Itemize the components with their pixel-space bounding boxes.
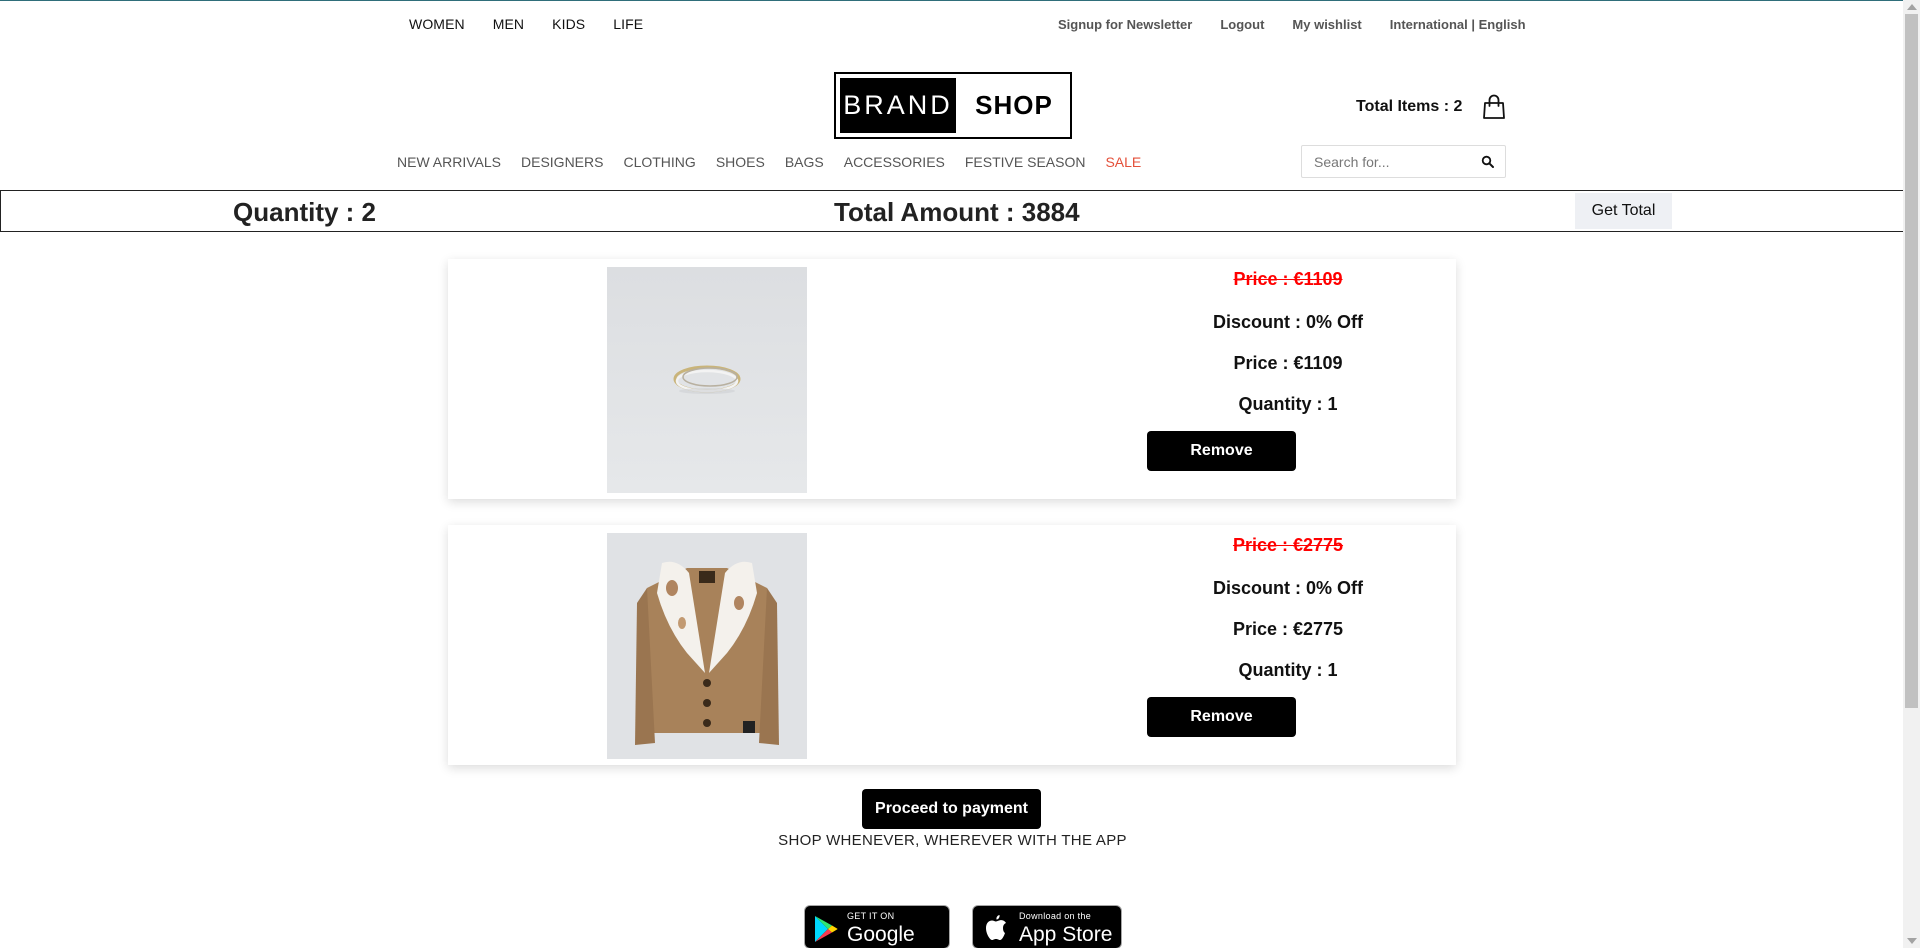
logout-link[interactable]: Logout: [1220, 17, 1264, 32]
cat-new-arrivals[interactable]: NEW ARRIVALS: [397, 154, 501, 170]
logo-brand-text: BRAND: [840, 78, 956, 133]
item-details: Price : €1109 Discount : 0% Off Price : …: [1138, 269, 1438, 415]
google-play-big-text: Google Play: [847, 923, 915, 948]
google-play-badge[interactable]: GET IT ON Google Play: [804, 905, 950, 948]
google-play-icon: [813, 915, 839, 948]
app-tagline: SHOP WHENEVER, WHEREVER WITH THE APP: [778, 832, 1127, 849]
proceed-to-payment-button[interactable]: Proceed to payment: [862, 789, 1041, 829]
original-price: Price : €2775: [1232, 535, 1344, 555]
app-store-badge[interactable]: Download on the App Store: [972, 905, 1122, 948]
get-total-button[interactable]: Get Total: [1575, 193, 1672, 229]
price: Price : €2775: [1232, 619, 1344, 639]
cat-bags[interactable]: BAGS: [785, 154, 824, 170]
remove-button[interactable]: Remove: [1147, 431, 1296, 471]
discount: Discount : 0% Off: [1212, 578, 1363, 598]
summary-quantity: Quantity : 2: [233, 197, 377, 227]
search-box: [1301, 145, 1506, 178]
search-input[interactable]: [1302, 146, 1472, 177]
cat-accessories[interactable]: ACCESSORIES: [844, 154, 945, 170]
nav-women[interactable]: WOMEN: [409, 16, 465, 32]
nav-men[interactable]: MEN: [493, 16, 524, 32]
cart-item: Price : €1109 Discount : 0% Off Price : …: [448, 259, 1456, 499]
logo-shop-text: SHOP: [975, 90, 1053, 120]
item-details: Price : €2775 Discount : 0% Off Price : …: [1138, 535, 1438, 681]
item-quantity: Quantity : 1: [1238, 394, 1338, 414]
shopping-bag-icon[interactable]: [1482, 94, 1506, 120]
gender-nav: WOMEN MEN KIDS LIFE: [409, 16, 643, 32]
wishlist-link[interactable]: My wishlist: [1292, 17, 1361, 32]
app-store-big-text: App Store: [1019, 923, 1113, 946]
cat-festive-season[interactable]: FESTIVE SEASON: [965, 154, 1086, 170]
scroll-up-arrow-icon[interactable]: [1907, 4, 1917, 10]
app-store-small-text: Download on the: [1019, 911, 1092, 921]
cat-shoes[interactable]: SHOES: [716, 154, 765, 170]
search-icon[interactable]: [1481, 155, 1495, 169]
brand-logo[interactable]: BRAND SHOP: [834, 72, 1072, 139]
cat-clothing[interactable]: CLOTHING: [623, 154, 695, 170]
discount: Discount : 0% Off: [1212, 312, 1363, 332]
remove-button[interactable]: Remove: [1147, 697, 1296, 737]
cart-summary[interactable]: Total Items : 2: [1356, 94, 1506, 120]
scrollbar-thumb[interactable]: [1905, 14, 1918, 708]
item-quantity: Quantity : 1: [1238, 660, 1338, 680]
price: Price : €1109: [1233, 353, 1343, 373]
page-scrollbar[interactable]: [1903, 0, 1920, 948]
account-nav: Signup for Newsletter Logout My wishlist…: [1058, 17, 1526, 32]
ring-image[interactable]: [607, 267, 807, 493]
scroll-down-arrow-icon[interactable]: [1907, 938, 1917, 944]
cat-sale[interactable]: SALE: [1105, 154, 1141, 170]
locale-link[interactable]: International | English: [1390, 17, 1526, 32]
category-nav: NEW ARRIVALS DESIGNERS CLOTHING SHOES BA…: [397, 154, 1141, 170]
newsletter-link[interactable]: Signup for Newsletter: [1058, 17, 1192, 32]
nav-life[interactable]: LIFE: [613, 16, 643, 32]
cat-designers[interactable]: DESIGNERS: [521, 154, 603, 170]
original-price: Price : €1109: [1233, 269, 1343, 289]
total-items-label: Total Items : 2: [1356, 98, 1463, 115]
nav-kids[interactable]: KIDS: [552, 16, 585, 32]
cart-item: Price : €2775 Discount : 0% Off Price : …: [448, 525, 1456, 765]
top-bar: WOMEN MEN KIDS LIFE Signup for Newslette…: [0, 0, 1900, 48]
summary-total-amount: Total Amount : 3884: [834, 197, 1080, 227]
apple-icon: [985, 914, 1007, 946]
fur-collar-cardigan-image[interactable]: [607, 533, 807, 759]
google-play-small-text: GET IT ON: [847, 911, 895, 921]
order-summary-bar: Quantity : 2 Total Amount : 3884 Get Tot…: [0, 190, 1905, 232]
